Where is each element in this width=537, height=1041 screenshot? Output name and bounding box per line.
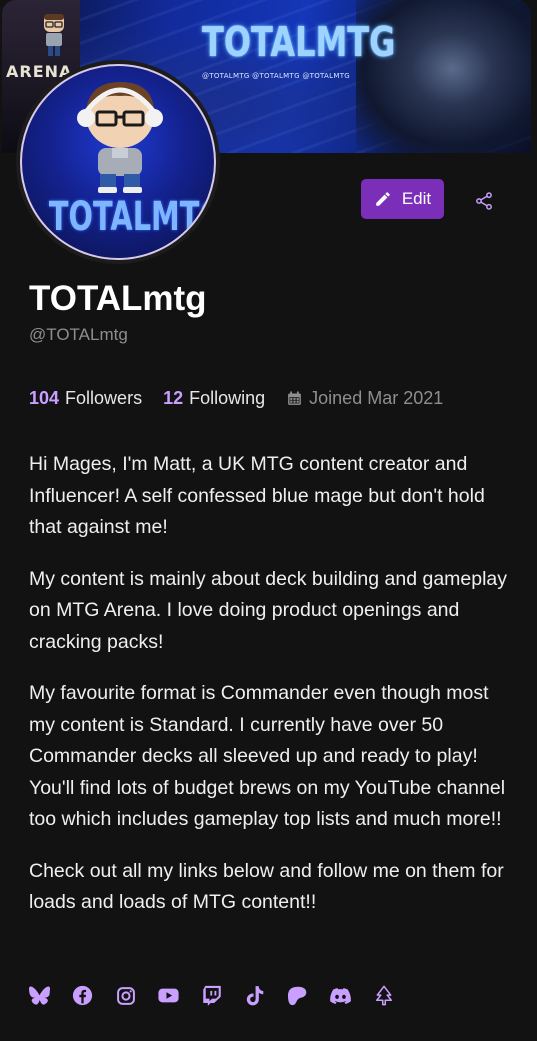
share-button[interactable] <box>471 188 497 214</box>
following-label: Following <box>189 388 266 408</box>
display-name: TOTALmtg <box>29 279 207 318</box>
avatar-logo-text: TOTALMTG <box>48 194 216 240</box>
followers-link[interactable]: 104 Followers <box>29 388 142 409</box>
profile-page: ARENA TOTALMTG @TOTALMTG @TOTALMTG @TOTA… <box>0 0 537 1041</box>
bluesky-icon[interactable] <box>29 985 50 1006</box>
tiktok-icon[interactable] <box>244 985 265 1006</box>
bio-paragraph: My favourite format is Commander even th… <box>29 682 506 830</box>
user-handle: @TOTALmtg <box>29 325 128 344</box>
edit-button-label: Edit <box>401 189 432 208</box>
facebook-icon[interactable] <box>72 985 93 1006</box>
instagram-icon[interactable] <box>115 985 136 1006</box>
twitch-icon[interactable] <box>201 985 222 1006</box>
patreon-icon[interactable] <box>287 985 308 1006</box>
profile-stats: 104 Followers 12 Following Joined Mar 20… <box>29 388 443 409</box>
discord-icon[interactable] <box>330 985 351 1006</box>
social-links <box>29 985 394 1006</box>
edit-profile-button[interactable]: Edit <box>361 179 444 219</box>
profile-bio: Hi Mages, I'm Matt, a UK MTG content cre… <box>29 449 513 939</box>
joined-date: Joined Mar 2021 <box>286 388 443 409</box>
linktree-icon[interactable] <box>373 985 394 1006</box>
avatar[interactable]: TOTALMTG <box>16 60 220 264</box>
banner-socials-text: @TOTALMTG @TOTALMTG @TOTALMTG <box>202 72 350 80</box>
following-count: 12 <box>163 388 184 408</box>
joined-text: Joined Mar 2021 <box>309 388 444 408</box>
pencil-icon <box>376 192 390 206</box>
followers-label: Followers <box>65 388 143 408</box>
bio-paragraph: My content is mainly about deck building… <box>29 567 508 653</box>
followers-count: 104 <box>29 388 60 408</box>
calendar-icon <box>288 391 302 405</box>
mascot-figure-icon <box>77 82 163 193</box>
mascot-mini-icon <box>44 14 64 56</box>
bio-paragraph: Hi Mages, I'm Matt, a UK MTG content cre… <box>29 453 485 538</box>
share-icon <box>476 192 492 210</box>
bio-paragraph: Check out all my links below and follow … <box>29 859 504 914</box>
following-link[interactable]: 12 Following <box>163 388 265 409</box>
youtube-icon[interactable] <box>158 985 179 1006</box>
banner-brand-text: TOTALMTG <box>202 18 396 66</box>
